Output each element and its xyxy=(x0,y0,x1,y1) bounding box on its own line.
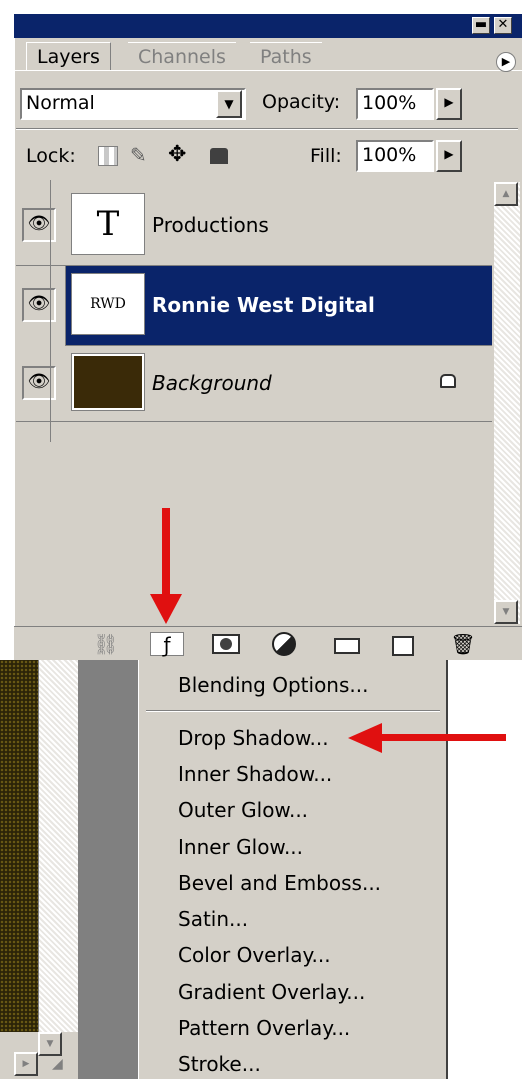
tab-layers[interactable]: Layers xyxy=(26,42,111,70)
blend-mode-value: Normal xyxy=(26,92,95,114)
divider xyxy=(16,128,518,130)
annotation-arrow-down-head-icon xyxy=(150,594,182,624)
adjustment-layer-icon[interactable] xyxy=(272,632,296,656)
tab-paths[interactable]: Paths xyxy=(250,42,322,70)
document-status-corner: ▼ ▶ ◢ xyxy=(0,1032,78,1079)
menu-item-bevel-and-emboss[interactable]: Bevel and Emboss... xyxy=(178,868,381,898)
menu-item-color-overlay[interactable]: Color Overlay... xyxy=(178,940,331,970)
menu-item-gradient-overlay[interactable]: Gradient Overlay... xyxy=(178,977,365,1007)
lock-move-icon[interactable]: ✥ xyxy=(168,140,186,170)
menu-item-satin[interactable]: Satin... xyxy=(178,904,248,934)
layer-row-background[interactable]: 👁 Background xyxy=(16,346,492,422)
lock-all-icon[interactable] xyxy=(210,148,228,164)
document-scroll-track[interactable] xyxy=(38,660,78,1060)
fill-input[interactable]: 100% xyxy=(356,140,434,172)
document-canvas-texture xyxy=(0,660,38,1060)
menu-item-inner-glow[interactable]: Inner Glow... xyxy=(178,832,303,862)
new-layer-icon[interactable] xyxy=(392,636,414,656)
resize-grip-icon[interactable]: ◢ xyxy=(52,1056,63,1072)
menu-item-outer-glow[interactable]: Outer Glow... xyxy=(178,795,308,825)
lock-paint-brush-icon[interactable]: ✎ xyxy=(130,140,147,170)
new-group-folder-icon[interactable] xyxy=(334,638,360,654)
panel-menu-icon[interactable]: ▶ xyxy=(496,52,516,72)
layer-thumbnail xyxy=(71,353,145,411)
fill-slider-arrow-icon[interactable]: ▶ xyxy=(436,140,462,172)
add-layer-mask-icon[interactable] xyxy=(212,634,240,654)
menu-item-inner-shadow[interactable]: Inner Shadow... xyxy=(178,759,332,789)
menu-item-blending-options[interactable]: Blending Options... xyxy=(178,670,368,700)
doc-scroll-right-arrow-icon[interactable]: ▶ xyxy=(14,1052,38,1076)
opacity-slider-arrow-icon[interactable]: ▶ xyxy=(436,88,462,120)
layers-scrollbar[interactable]: ▲ ▼ xyxy=(494,182,520,624)
annotation-arrow-down-icon xyxy=(162,508,170,596)
layer-thumbnail: T xyxy=(71,193,145,255)
workspace-background xyxy=(78,660,142,1079)
layer-row-ronnie-west-digital[interactable]: 👁 RWD Ronnie West Digital xyxy=(16,266,492,346)
doc-scroll-down-arrow-icon[interactable]: ▼ xyxy=(38,1032,62,1056)
link-layers-icon[interactable]: ⛓ xyxy=(88,632,124,656)
visibility-column-divider xyxy=(50,180,51,442)
tab-channels[interactable]: Channels xyxy=(128,42,236,70)
opacity-input[interactable]: 100% xyxy=(356,88,434,120)
close-button[interactable]: ✕ xyxy=(494,17,512,34)
scroll-up-arrow-icon[interactable]: ▲ xyxy=(494,182,518,206)
annotation-arrow-left-head-icon xyxy=(348,723,382,753)
layer-style-fx-icon[interactable]: ƒ xyxy=(150,632,184,657)
layer-name: Background xyxy=(152,371,272,395)
blend-mode-select[interactable]: Normal xyxy=(20,88,246,120)
layer-lock-icon xyxy=(440,374,456,388)
panel-title-bar: ▬ ✕ xyxy=(14,14,522,38)
fill-label: Fill: xyxy=(310,145,342,167)
annotation-arrow-left-icon xyxy=(378,734,506,741)
menu-item-stroke[interactable]: Stroke... xyxy=(178,1049,261,1079)
lock-label: Lock: xyxy=(26,145,76,167)
layer-name: Ronnie West Digital xyxy=(152,293,375,317)
layer-thumbnail: RWD xyxy=(71,273,145,335)
layer-name: Productions xyxy=(152,213,269,237)
minimize-button[interactable]: ▬ xyxy=(472,17,490,34)
scroll-down-arrow-icon[interactable]: ▼ xyxy=(494,600,518,624)
menu-separator xyxy=(146,710,440,712)
blend-mode-dropdown-arrow-icon[interactable]: ▼ xyxy=(216,90,242,118)
menu-item-drop-shadow[interactable]: Drop Shadow... xyxy=(178,723,329,753)
delete-layer-trash-icon[interactable]: 🗑 xyxy=(450,632,476,656)
lock-transparency-icon[interactable] xyxy=(98,146,118,166)
menu-item-pattern-overlay[interactable]: Pattern Overlay... xyxy=(178,1013,350,1043)
opacity-label: Opacity: xyxy=(262,91,341,113)
layer-row-productions[interactable]: 👁 T Productions xyxy=(16,186,492,266)
